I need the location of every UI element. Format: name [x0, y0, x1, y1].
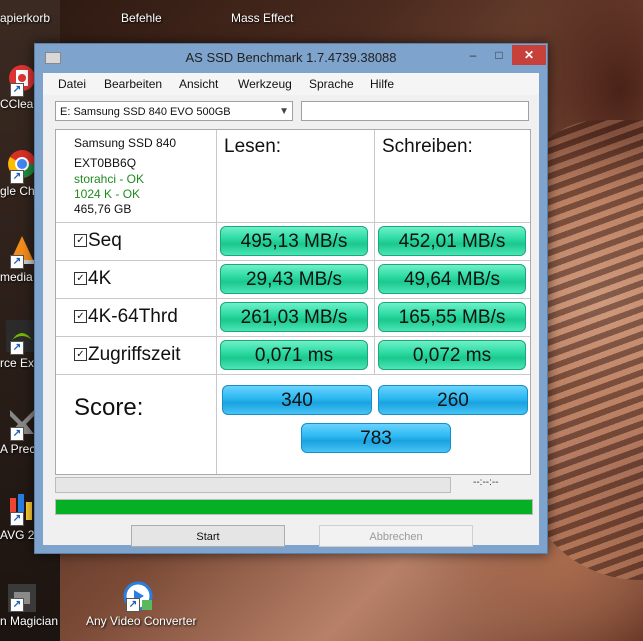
grid-divider [374, 130, 375, 374]
shortcut-arrow-icon: ↗ [10, 255, 24, 269]
close-button[interactable]: ✕ [512, 45, 546, 65]
row-zugriffszeit: ✓ Zugriffszeit [74, 344, 181, 366]
shortcut-arrow-icon: ↗ [10, 83, 24, 97]
minimize-button[interactable]: – [460, 45, 486, 65]
grid-divider [56, 260, 530, 261]
as-ssd-window: AS SSD Benchmark 1.7.4739.38088 – □ ✕ Da… [34, 43, 548, 554]
desktop-icon-label[interactable]: gle Ch [0, 184, 35, 198]
row-seq: ✓ Seq [74, 230, 122, 252]
row-label: Seq [88, 230, 122, 251]
desktop-icon-label[interactable]: Mass Effect [231, 11, 293, 25]
desktop-icon-label[interactable]: media [0, 270, 33, 284]
zugriffszeit-checkbox[interactable]: ✓ [74, 348, 87, 361]
row-label: 4K-64Thrd [88, 306, 178, 327]
shortcut-arrow-icon: ↗ [10, 341, 24, 355]
driver-status: storahci - OK [74, 172, 145, 186]
total-progress-fill [56, 500, 532, 514]
window-client-area: Datei Bearbeiten Ansicht Werkzeug Sprach… [43, 73, 539, 547]
4k-read-value: 29,43 MB/s [220, 264, 368, 294]
shortcut-arrow-icon: ↗ [10, 427, 24, 441]
menu-sprache[interactable]: Sprache [309, 77, 354, 91]
write-column-header: Schreiben: [382, 136, 473, 157]
read-score: 340 [222, 385, 372, 415]
cancel-button[interactable]: Abbrechen [319, 525, 473, 547]
shortcut-arrow-icon: ↗ [10, 512, 24, 526]
alignment-status: 1024 K - OK [74, 187, 141, 201]
seq-checkbox[interactable]: ✓ [74, 234, 87, 247]
menu-werkzeug[interactable]: Werkzeug [238, 77, 292, 91]
grid-divider [56, 374, 530, 375]
drive-firmware: EXT0BB6Q [74, 156, 137, 170]
drive-size: 465,76 GB [74, 202, 132, 216]
shortcut-arrow-icon: ↗ [10, 598, 24, 612]
desktop-icon-label[interactable]: A Preci [0, 442, 38, 456]
menu-ansicht[interactable]: Ansicht [179, 77, 218, 91]
score-label: Score: [74, 394, 144, 421]
seq-write-value: 452,01 MB/s [378, 226, 526, 256]
row-4k-64thrd: ✓ 4K-64Thrd [74, 306, 178, 328]
menu-hilfe[interactable]: Hilfe [370, 77, 394, 91]
title-bar[interactable]: AS SSD Benchmark 1.7.4739.38088 – □ ✕ [35, 44, 547, 72]
write-score: 260 [378, 385, 528, 415]
zugriffszeit-read-value: 0,071 ms [220, 340, 368, 370]
desktop-icon-label[interactable]: n Magician [0, 614, 58, 628]
total-progress-bar [55, 499, 533, 515]
4k-64thrd-read-value: 261,03 MB/s [220, 302, 368, 332]
drive-select[interactable]: E: Samsung SSD 840 EVO 500GB ▼ [55, 101, 293, 121]
drive-select-value: E: Samsung SSD 840 EVO 500GB [60, 106, 231, 118]
shortcut-arrow-icon: ↗ [10, 170, 24, 184]
info-text-field[interactable] [301, 101, 529, 121]
zugriffszeit-write-value: 0,072 ms [378, 340, 526, 370]
chevron-down-icon[interactable]: ▼ [279, 102, 289, 122]
menu-bearbeiten[interactable]: Bearbeiten [104, 77, 162, 91]
4k-checkbox[interactable]: ✓ [74, 272, 87, 285]
shortcut-arrow-icon: ↗ [126, 598, 140, 612]
desktop-icon-label[interactable]: apierkorb [0, 11, 50, 25]
total-score: 783 [301, 423, 451, 453]
4k-64thrd-checkbox[interactable]: ✓ [74, 310, 87, 323]
desktop-icon-label[interactable]: Any Video Converter [86, 614, 197, 628]
drive-model: Samsung SSD 840 [74, 136, 177, 150]
elapsed-time: --:--:-- [473, 477, 499, 488]
read-column-header: Lesen: [224, 136, 282, 157]
start-button[interactable]: Start [131, 525, 285, 547]
row-label: 4K [88, 268, 112, 289]
menu-bar: Datei Bearbeiten Ansicht Werkzeug Sprach… [43, 73, 539, 95]
test-progress-bar [55, 477, 451, 493]
seq-read-value: 495,13 MB/s [220, 226, 368, 256]
row-4k: ✓ 4K [74, 268, 112, 290]
maximize-button[interactable]: □ [486, 45, 512, 65]
grid-divider [216, 130, 217, 474]
grid-divider [56, 336, 530, 337]
results-panel: Samsung SSD 840 EXT0BB6Q storahci - OK 1… [55, 129, 531, 475]
desktop-icon-label[interactable]: Befehle [121, 11, 162, 25]
4k-64thrd-write-value: 165,55 MB/s [378, 302, 526, 332]
grid-divider [56, 298, 530, 299]
menu-datei[interactable]: Datei [58, 77, 86, 91]
4k-write-value: 49,64 MB/s [378, 264, 526, 294]
grid-divider [56, 222, 530, 223]
row-label: Zugriffszeit [88, 344, 181, 365]
